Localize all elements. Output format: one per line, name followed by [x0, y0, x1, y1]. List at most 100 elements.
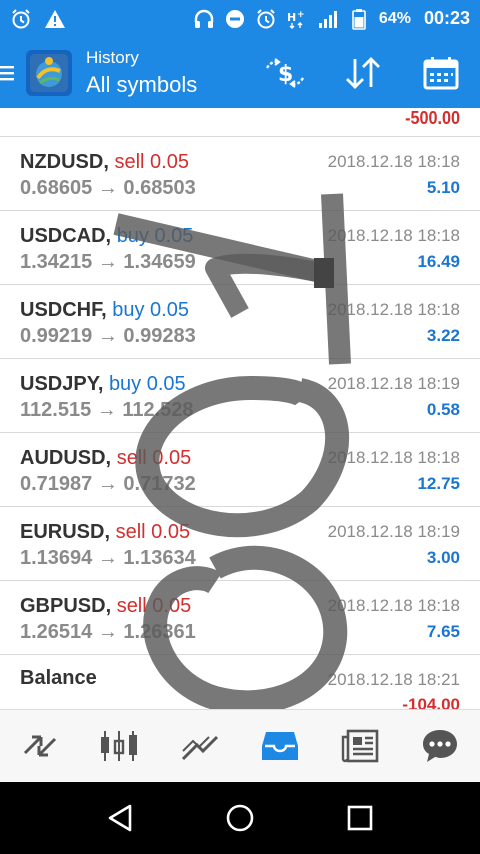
- app-logo[interactable]: [26, 49, 72, 96]
- trade-symbol: EURUSD,: [20, 521, 111, 543]
- arrow-icon: →: [97, 621, 118, 643]
- nav-trade[interactable]: [170, 716, 230, 776]
- open-price: 0.68605: [20, 177, 93, 199]
- arrow-icon: →: [97, 251, 118, 273]
- nav-history[interactable]: [250, 716, 310, 776]
- currency-exchange-icon: $: [265, 57, 305, 88]
- close-price: 0.99283: [123, 325, 196, 347]
- home-button[interactable]: [210, 788, 270, 848]
- arrow-icon: →: [97, 325, 118, 347]
- app-bar: History All symbols $: [0, 37, 480, 108]
- close-price: 1.34659: [123, 251, 196, 273]
- trade-row[interactable]: EURUSD, sell 0.05 1.13694 → 1.13634 2018.1…: [0, 507, 480, 581]
- trade-symbol-line: EURUSD, sell 0.05: [20, 521, 190, 544]
- alarm-icon: [10, 8, 32, 30]
- trade-row[interactable]: USDJPY, buy 0.05 112.515 → 112.528 2018.12…: [0, 359, 480, 433]
- recents-button[interactable]: [330, 788, 390, 848]
- arrow-icon: →: [97, 547, 118, 569]
- trade-row[interactable]: AUDUSD, sell 0.05 0.71987 → 0.71732 2018.1…: [0, 433, 480, 507]
- trade-volume: 0.05: [146, 373, 186, 395]
- trade-type: sell: [116, 447, 147, 469]
- chat-icon: [423, 730, 457, 762]
- trade-volume: 0.05: [151, 521, 191, 543]
- close-price: 0.71732: [123, 473, 196, 495]
- trade-type: sell: [116, 595, 147, 617]
- balance-amount: -104.00: [402, 695, 460, 709]
- history-icon: [262, 732, 298, 760]
- trade-row[interactable]: GBPUSD, sell 0.05 1.26514 → 1.26361 2018.1…: [0, 581, 480, 655]
- signal-icon: [317, 8, 339, 30]
- back-button[interactable]: [90, 788, 150, 848]
- period-button[interactable]: [402, 37, 480, 108]
- balance-time: 2018.12.18 18:21: [327, 670, 460, 689]
- arrow-icon: →: [96, 399, 117, 421]
- clock: 00:23: [423, 8, 470, 28]
- open-price: 1.13694: [20, 547, 93, 569]
- open-price: 0.71987: [20, 473, 93, 495]
- open-price: 1.34215: [20, 251, 93, 273]
- trade-prices: 0.99219 → 0.99283: [20, 325, 196, 348]
- screen-title[interactable]: All symbols: [86, 72, 197, 98]
- trade-volume: 0.05: [152, 447, 192, 469]
- trade-symbol-line: NZDUSD, sell 0.05: [20, 151, 189, 174]
- currency-filter-button[interactable]: $: [246, 37, 324, 108]
- menu-button[interactable]: [0, 37, 22, 108]
- trade-volume: 0.05: [150, 299, 189, 321]
- trade-symbol: USDJPY,: [20, 373, 104, 395]
- arrow-icon: →: [97, 473, 118, 495]
- close-price: 1.26361: [123, 621, 196, 643]
- trade-icon: [181, 735, 219, 761]
- deal-profit: -500.00: [405, 108, 460, 128]
- trade-profit: 16.49: [417, 252, 460, 271]
- sort-button[interactable]: [324, 37, 402, 108]
- trade-profit: 0.58: [426, 400, 460, 419]
- open-price: 1.26514: [20, 621, 93, 643]
- trade-prices: 1.13694 → 1.13634: [20, 547, 196, 570]
- chart-icon: [101, 731, 137, 761]
- trade-time: 2018.12.18 18:18: [327, 596, 460, 615]
- trade-time: 2018.12.18 18:18: [327, 448, 460, 467]
- nav-news[interactable]: [330, 716, 390, 776]
- back-icon: [108, 804, 132, 832]
- alarm-icon: [255, 8, 277, 30]
- trade-symbol: AUDUSD,: [20, 447, 112, 469]
- trade-time: 2018.12.18 18:19: [327, 522, 460, 541]
- nav-chart[interactable]: [90, 716, 150, 776]
- trade-row[interactable]: NZDUSD, sell 0.05 0.68605 → 0.68503 2018.1…: [0, 137, 480, 211]
- open-price: 112.515: [20, 399, 92, 421]
- trade-type: buy: [108, 373, 142, 395]
- nav-chat[interactable]: [410, 716, 470, 776]
- nav-quotes[interactable]: [10, 716, 70, 776]
- trade-time: 2018.12.18 18:18: [327, 226, 460, 245]
- bottom-navigation: [0, 709, 480, 782]
- calendar-icon: [423, 56, 459, 89]
- trade-symbol-line: USDCAD, buy 0.05: [20, 225, 193, 248]
- system-navigation-bar: [0, 782, 480, 854]
- trade-symbol: GBPUSD,: [20, 595, 112, 617]
- svg-text:H: H: [287, 11, 296, 24]
- balance-row[interactable]: Balance 2018.12.18 18:21 -104.00: [0, 655, 480, 709]
- trade-row[interactable]: USDCAD, buy 0.05 1.34215 → 1.34659 2018.12…: [0, 211, 480, 285]
- trade-profit: 7.65: [426, 622, 460, 641]
- trade-symbol-line: GBPUSD, sell 0.05: [20, 595, 191, 618]
- quotes-icon: [23, 735, 57, 757]
- history-list[interactable]: -500.00 NZDUSD, sell 0.05 0.68605 → 0.685…: [0, 108, 480, 709]
- battery-percent: 64%: [378, 9, 411, 27]
- trade-prices: 1.34215 → 1.34659: [20, 251, 196, 274]
- trade-type: buy: [112, 299, 145, 321]
- sort-icon: [346, 56, 380, 89]
- trade-type: sell: [115, 521, 146, 543]
- trade-symbol-line: USDCHF, buy 0.05: [20, 299, 189, 322]
- trade-prices: 0.71987 → 0.71732: [20, 473, 196, 496]
- trade-time: 2018.12.18 18:18: [327, 300, 460, 319]
- dnd-icon: [224, 8, 246, 30]
- trade-row[interactable]: USDCHF, buy 0.05 0.99219 → 0.99283 2018.12…: [0, 285, 480, 359]
- trade-time: 2018.12.18 18:19: [327, 374, 460, 393]
- h-plus-icon: H +: [286, 8, 308, 30]
- trade-type: sell: [114, 151, 145, 173]
- list-item[interactable]: -500.00: [0, 108, 480, 137]
- trade-symbol: USDCHF,: [20, 299, 107, 321]
- trade-profit: 5.10: [426, 178, 460, 197]
- trade-volume: 0.05: [152, 595, 192, 617]
- warning-icon: [44, 8, 66, 30]
